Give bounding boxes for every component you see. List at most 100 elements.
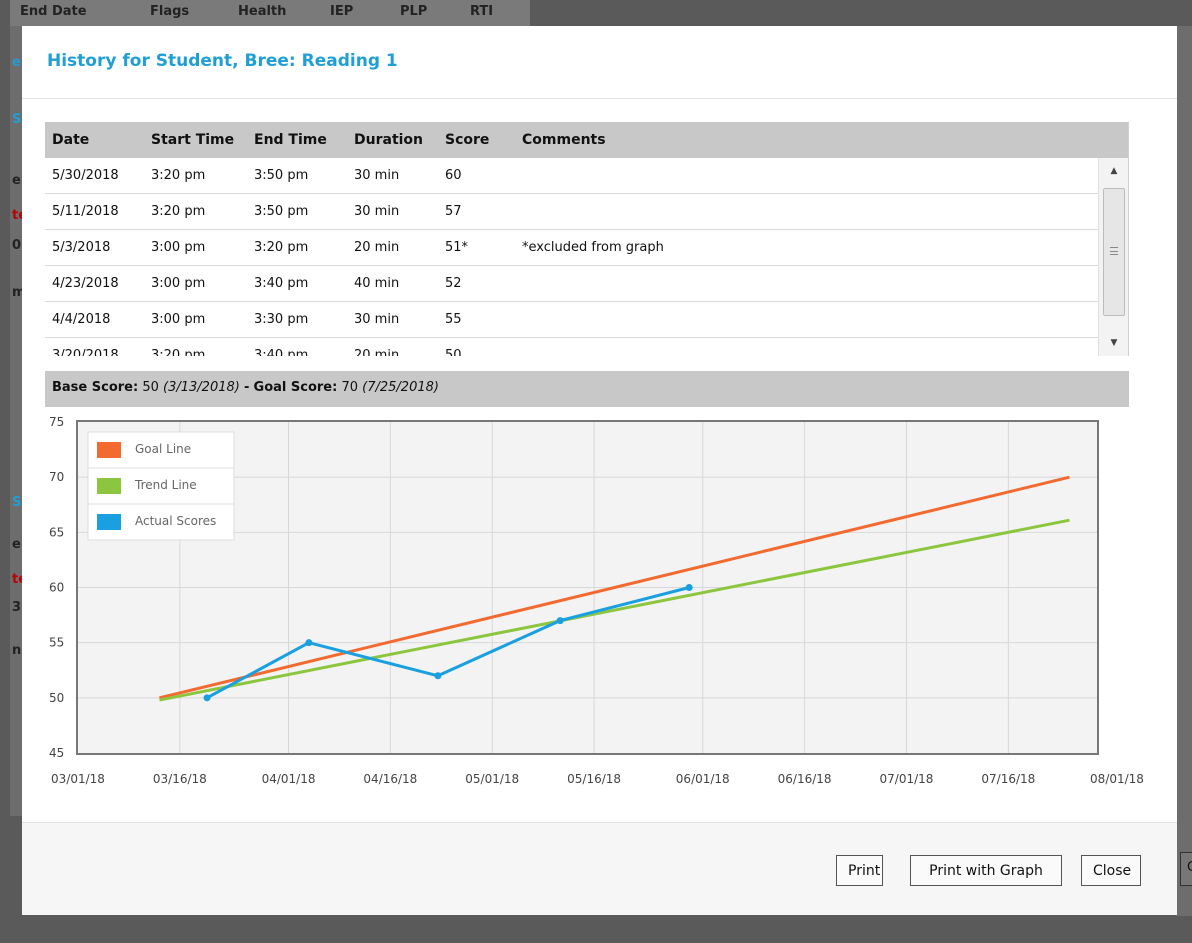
cell-duration: 40 min — [354, 276, 400, 291]
table-row[interactable]: 4/23/2018 3:00 pm 3:40 pm 40 min 52 — [45, 266, 1098, 302]
scroll-up-arrow-icon[interactable]: ▲ — [1099, 160, 1128, 182]
cell-date: 5/3/2018 — [52, 240, 111, 255]
legend-label: Trend Line — [134, 478, 197, 492]
legend-swatch — [97, 514, 121, 530]
cell-score: 52 — [445, 276, 462, 291]
bg-col-health: Health — [238, 4, 287, 18]
bg-fragment: S — [12, 112, 22, 127]
bg-fragment: S — [12, 495, 22, 510]
cell-comments: *excluded from graph — [522, 240, 664, 255]
table-row[interactable]: 5/11/2018 3:20 pm 3:50 pm 30 min 57 — [45, 194, 1098, 230]
bg-fragment: e — [12, 55, 21, 70]
score-separator: - — [243, 380, 250, 395]
cell-score: 51* — [445, 240, 469, 255]
table-body[interactable]: 5/30/2018 3:20 pm 3:50 pm 30 min 60 5/11… — [45, 158, 1098, 356]
goal-score-label: Goal Score: — [253, 380, 338, 395]
cell-start-time: 3:20 pm — [151, 204, 206, 219]
bg-col-flags: Flags — [150, 4, 190, 18]
bg-fragment: e — [12, 537, 21, 552]
base-score-date: (3/13/2018) — [163, 380, 240, 395]
bg-col-end-date: End Date — [20, 4, 87, 18]
table-row[interactable]: 5/30/2018 3:20 pm 3:50 pm 30 min 60 — [45, 158, 1098, 194]
data-point[interactable] — [305, 639, 313, 647]
cell-start-time: 3:20 pm — [151, 348, 206, 356]
cell-score: 60 — [445, 168, 462, 183]
x-tick-label: 05/16/18 — [567, 772, 621, 786]
print-button[interactable]: Print — [836, 855, 883, 886]
table-header: Date Start Time End Time Duration Score … — [45, 122, 1128, 158]
bg-fragment: e — [12, 173, 21, 188]
cell-date: 3/20/2018 — [52, 348, 119, 356]
base-goal-summary: Base Score: 50 (3/13/2018) - Goal Score:… — [45, 371, 1129, 407]
cell-date: 4/4/2018 — [52, 312, 111, 327]
scroll-down-arrow-icon[interactable]: ▼ — [1099, 332, 1128, 354]
cell-end-time: 3:30 pm — [254, 312, 309, 327]
y-tick-label: 70 — [49, 470, 64, 484]
x-tick-label: 04/01/18 — [262, 772, 316, 786]
cell-end-time: 3:20 pm — [254, 240, 309, 255]
grip-icon — [1110, 247, 1118, 255]
col-header-end-time[interactable]: End Time — [254, 132, 327, 148]
bg-fragment: 0 — [12, 238, 22, 253]
base-score-value: 50 — [142, 380, 159, 395]
table-row[interactable]: 4/4/2018 3:00 pm 3:30 pm 30 min 55 — [45, 302, 1098, 338]
bg-col-plp: PLP — [400, 4, 428, 18]
x-tick-label: 05/01/18 — [465, 772, 519, 786]
x-tick-label: 03/01/18 — [51, 772, 105, 786]
col-header-date[interactable]: Date — [52, 132, 89, 148]
y-tick-label: 55 — [49, 636, 64, 650]
history-dialog: History for Student, Bree: Reading 1 Dat… — [22, 26, 1177, 915]
cell-start-time: 3:00 pm — [151, 240, 206, 255]
x-tick-label: 04/16/18 — [363, 772, 417, 786]
cell-duration: 20 min — [354, 348, 400, 356]
data-point[interactable] — [203, 694, 211, 702]
cell-duration: 30 min — [354, 312, 400, 327]
title-divider — [22, 98, 1177, 99]
cell-end-time: 3:40 pm — [254, 276, 309, 291]
scrollbar-thumb[interactable] — [1103, 188, 1125, 316]
x-tick-label: 03/16/18 — [153, 772, 207, 786]
background-table-header: End Date Flags Health IEP PLP RTI — [10, 0, 530, 26]
y-tick-label: 50 — [49, 691, 64, 705]
y-tick-label: 45 — [49, 746, 64, 760]
cell-end-time: 3:50 pm — [254, 204, 309, 219]
table-row[interactable]: 5/3/2018 3:00 pm 3:20 pm 20 min 51* *exc… — [45, 230, 1098, 266]
legend-label: Goal Line — [135, 442, 191, 456]
background-button: C — [1180, 852, 1192, 886]
goal-score-value: 70 — [341, 380, 359, 395]
cell-date: 4/23/2018 — [52, 276, 119, 291]
table-scrollbar[interactable]: ▲ ▼ — [1098, 158, 1128, 356]
goal-score-date: (7/25/2018) — [362, 380, 439, 395]
x-tick-label: 07/16/18 — [981, 772, 1035, 786]
bg-col-iep: IEP — [330, 4, 354, 18]
legend-label: Actual Scores — [135, 514, 216, 528]
col-header-comments[interactable]: Comments — [522, 132, 606, 148]
table-row[interactable]: 3/20/2018 3:20 pm 3:40 pm 20 min 50 — [45, 338, 1098, 356]
bg-col-rti: RTI — [470, 4, 494, 18]
legend-swatch — [97, 442, 121, 458]
history-table: Date Start Time End Time Duration Score … — [45, 122, 1129, 356]
cell-score: 57 — [445, 204, 462, 219]
x-tick-label: 08/01/18 — [1090, 772, 1144, 786]
x-tick-label: 06/16/18 — [778, 772, 832, 786]
data-point[interactable] — [685, 584, 693, 591]
x-tick-label: 07/01/18 — [880, 772, 934, 786]
y-tick-label: 75 — [49, 415, 64, 429]
cell-start-time: 3:20 pm — [151, 168, 206, 183]
x-tick-label: 06/01/18 — [676, 772, 730, 786]
y-tick-label: 65 — [49, 525, 64, 539]
cell-end-time: 3:40 pm — [254, 348, 309, 356]
cell-date: 5/11/2018 — [52, 204, 119, 219]
col-header-start-time[interactable]: Start Time — [151, 132, 234, 148]
col-header-score[interactable]: Score — [445, 132, 489, 148]
base-score-label: Base Score: — [52, 380, 139, 395]
data-point[interactable] — [556, 617, 564, 625]
close-button[interactable]: Close — [1081, 855, 1141, 886]
cell-score: 50 — [445, 348, 462, 356]
cell-end-time: 3:50 pm — [254, 168, 309, 183]
legend-swatch — [97, 478, 121, 494]
print-with-graph-button[interactable]: Print with Graph — [910, 855, 1062, 886]
cell-start-time: 3:00 pm — [151, 312, 206, 327]
col-header-duration[interactable]: Duration — [354, 132, 423, 148]
data-point[interactable] — [434, 672, 442, 680]
